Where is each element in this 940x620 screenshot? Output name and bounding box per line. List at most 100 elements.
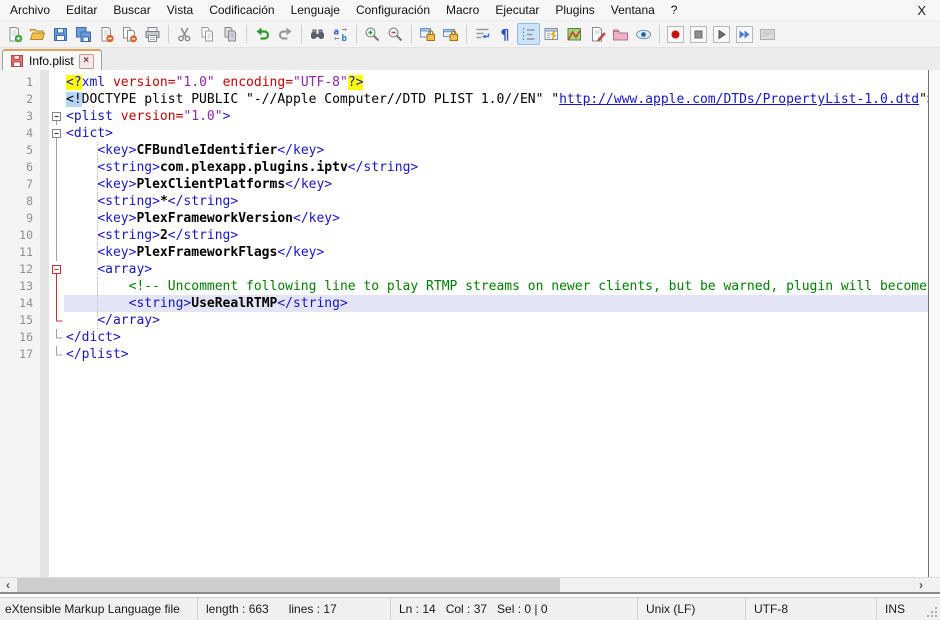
- menu-item-codificacion[interactable]: Codificación: [201, 0, 282, 20]
- menu-item-macro[interactable]: Macro: [438, 0, 487, 20]
- fold-toggle-icon[interactable]: [49, 125, 64, 142]
- status-eol-format[interactable]: Unix (LF): [646, 602, 695, 616]
- bookmark-margin[interactable]: [40, 159, 49, 176]
- cut-button[interactable]: [173, 23, 196, 45]
- scroll-left-arrow-icon[interactable]: ‹: [0, 578, 16, 592]
- fold-margin: [49, 74, 64, 91]
- editor-empty-area[interactable]: [0, 363, 928, 577]
- vertical-scrollbar[interactable]: [929, 70, 940, 577]
- show-all-characters-button[interactable]: ¶: [494, 23, 517, 45]
- bookmark-margin[interactable]: [40, 244, 49, 261]
- code-line-text[interactable]: <key>CFBundleIdentifier</key>: [64, 142, 928, 159]
- document-list-icon: [589, 26, 606, 43]
- fold-toggle-icon[interactable]: [49, 261, 64, 278]
- code-line-text[interactable]: <string>*</string>: [64, 193, 928, 210]
- line-number: 4: [0, 125, 40, 142]
- save-all-icon: [75, 26, 92, 43]
- horizontal-scrollbar[interactable]: ‹ ›: [0, 577, 929, 592]
- bookmark-margin[interactable]: [40, 176, 49, 193]
- bookmark-margin[interactable]: [40, 91, 49, 108]
- open-file-button[interactable]: [26, 23, 49, 45]
- code-line-text[interactable]: <string>2</string>: [64, 227, 928, 244]
- tab-close-icon[interactable]: ×: [79, 54, 94, 69]
- bookmark-margin[interactable]: [40, 346, 49, 363]
- code-line-text[interactable]: <key>PlexFrameworkFlags</key>: [64, 244, 928, 261]
- start-recording-button[interactable]: [664, 23, 687, 45]
- sync-horizontal-scroll-button[interactable]: [439, 23, 462, 45]
- show-indent-guide-button[interactable]: [517, 23, 540, 45]
- zoom-out-button[interactable]: [384, 23, 407, 45]
- bookmark-margin[interactable]: [40, 142, 49, 159]
- save-recorded-macro-button[interactable]: [756, 23, 779, 45]
- bookmark-margin[interactable]: [40, 278, 49, 295]
- menu-item-vista[interactable]: Vista: [159, 0, 201, 20]
- replace-button[interactable]: ab: [329, 23, 352, 45]
- menu-item-editar[interactable]: Editar: [58, 0, 105, 20]
- playback-macro-button[interactable]: [710, 23, 733, 45]
- save-file-button[interactable]: [49, 23, 72, 45]
- code-line-text[interactable]: <dict>: [64, 125, 928, 142]
- word-wrap-button[interactable]: [471, 23, 494, 45]
- save-all-button[interactable]: [72, 23, 95, 45]
- menu-item-plugins[interactable]: Plugins: [547, 0, 602, 20]
- bookmark-margin[interactable]: [40, 261, 49, 278]
- new-file-button[interactable]: [3, 23, 26, 45]
- bookmark-margin[interactable]: [40, 108, 49, 125]
- bookmark-margin[interactable]: [40, 312, 49, 329]
- copy-button[interactable]: [196, 23, 219, 45]
- undo-button[interactable]: [251, 23, 274, 45]
- monitor-tail-button[interactable]: [632, 23, 655, 45]
- menu-item-ventana[interactable]: Ventana: [603, 0, 663, 20]
- horizontal-scrollbar-thumb[interactable]: [17, 578, 560, 592]
- run-macro-multiple-button[interactable]: [733, 23, 756, 45]
- code-line-text[interactable]: <!-- Uncomment following line to play RT…: [64, 278, 928, 295]
- code-line-text[interactable]: </array>: [64, 312, 928, 329]
- code-line-text[interactable]: <string>com.plexapp.plugins.iptv</string…: [64, 159, 928, 176]
- code-line-text[interactable]: <!DOCTYPE plist PUBLIC "-//Apple Compute…: [64, 91, 928, 108]
- code-line-text[interactable]: </dict>: [64, 329, 928, 346]
- bookmark-margin[interactable]: [40, 329, 49, 346]
- tab-info-plist[interactable]: Info.plist×: [2, 49, 102, 71]
- status-encoding[interactable]: UTF-8: [754, 602, 788, 616]
- code-line-text[interactable]: <key>PlexFrameworkVersion</key>: [64, 210, 928, 227]
- code-line-text[interactable]: <plist version="1.0">: [64, 108, 928, 125]
- code-line-text[interactable]: <?xml version="1.0" encoding="UTF-8"?>: [64, 74, 928, 91]
- code-line-text[interactable]: </plist>: [64, 346, 928, 363]
- code-line-text[interactable]: <array>: [64, 261, 928, 278]
- function-list-button[interactable]: [540, 23, 563, 45]
- bookmark-margin[interactable]: [40, 193, 49, 210]
- folder-as-workspace-button[interactable]: [609, 23, 632, 45]
- menu-item-lenguaje[interactable]: Lenguaje: [283, 0, 348, 20]
- line-number: 8: [0, 193, 40, 210]
- code-line-text[interactable]: <string>UseRealRTMP</string>: [64, 295, 928, 312]
- close-file-button[interactable]: [95, 23, 118, 45]
- find-button[interactable]: [306, 23, 329, 45]
- menu-item-configuracion[interactable]: Configuración: [348, 0, 438, 20]
- redo-button[interactable]: [274, 23, 297, 45]
- paste-button[interactable]: [219, 23, 242, 45]
- bookmark-margin[interactable]: [40, 295, 49, 312]
- code-line-text[interactable]: <key>PlexClientPlatforms</key>: [64, 176, 928, 193]
- stop-recording-button[interactable]: [687, 23, 710, 45]
- document-map-button[interactable]: [563, 23, 586, 45]
- fold-toggle-icon[interactable]: [49, 108, 64, 125]
- sync-vertical-scroll-button[interactable]: [416, 23, 439, 45]
- menu-item-help[interactable]: ?: [663, 0, 686, 20]
- save-recorded-macro-icon: [759, 26, 776, 43]
- code-editor[interactable]: 1<?xml version="1.0" encoding="UTF-8"?>2…: [0, 70, 929, 577]
- bookmark-margin[interactable]: [40, 125, 49, 142]
- status-insert-mode[interactable]: INS: [885, 602, 905, 616]
- bookmark-margin[interactable]: [40, 210, 49, 227]
- zoom-in-button[interactable]: [361, 23, 384, 45]
- menu-item-ejecutar[interactable]: Ejecutar: [487, 0, 547, 20]
- document-list-button[interactable]: [586, 23, 609, 45]
- window-close-button[interactable]: X: [903, 3, 940, 18]
- bookmark-margin[interactable]: [40, 227, 49, 244]
- menu-item-archivo[interactable]: Archivo: [2, 0, 58, 20]
- code-line: 10 <string>2</string>: [0, 227, 928, 244]
- menu-item-buscar[interactable]: Buscar: [105, 0, 158, 20]
- print-button[interactable]: [141, 23, 164, 45]
- bookmark-margin[interactable]: [40, 74, 49, 91]
- scroll-right-arrow-icon[interactable]: ›: [913, 578, 929, 592]
- close-all-button[interactable]: [118, 23, 141, 45]
